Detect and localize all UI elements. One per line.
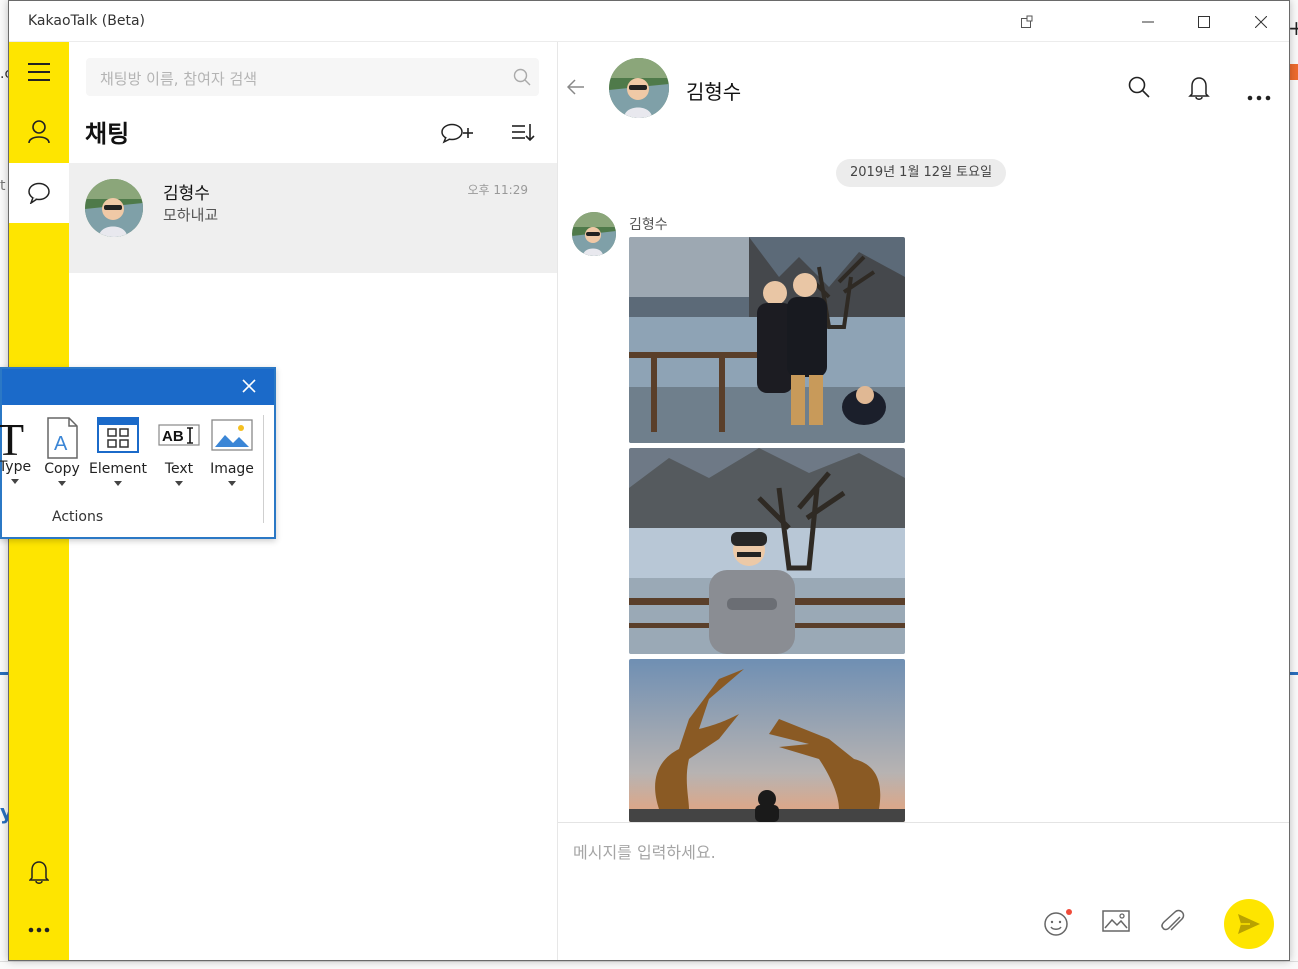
close-window-button[interactable] [1233,1,1289,42]
more-dots-icon [28,927,50,933]
search-chat-button[interactable] [1128,76,1150,102]
notifications-tab[interactable] [9,842,69,902]
minimize-icon [1142,21,1154,22]
background-window-right-edge: + [1288,0,1298,969]
maximize-icon [1198,15,1210,28]
background-window-bottom-edge [0,961,1298,969]
bell-icon [1188,77,1210,100]
minimize-button[interactable] [1120,1,1176,42]
text-tool-label: Text [164,461,194,477]
message-composer: 메시지를 입력하세요. [558,822,1289,960]
title-bar: KakaoTalk (Beta) [9,1,1289,42]
image-icon [1102,910,1130,932]
new-chat-button[interactable] [441,122,475,148]
svg-text:T: T [0,417,24,459]
pin-button[interactable] [999,1,1055,42]
chevron-down-icon [11,479,19,484]
send-arrow-icon [1238,914,1260,934]
image-icon [211,419,253,451]
search-icon [513,68,531,86]
new-chat-icon [441,123,473,144]
type-icon: T [0,414,24,465]
paperclip-icon [1161,909,1185,931]
text-tool-button[interactable]: AB Text [156,417,202,486]
copy-tool-label: Copy [44,461,80,477]
search-placeholder: 채팅방 이름, 참여자 검색 [100,70,258,88]
chat-name: 김형수 [163,184,210,204]
emoticon-button[interactable] [1043,909,1073,941]
chat-menu-button[interactable] [1247,86,1271,105]
hamburger-menu-icon [28,63,50,81]
sort-icon [512,124,535,142]
chat-time: 오후 11:29 [467,183,528,197]
message-sender-name: 김형수 [629,217,668,233]
pin-window-icon [1021,15,1033,28]
search-icon [1128,76,1150,98]
message-input[interactable]: 메시지를 입력하세요. [573,839,716,863]
chat-list-title: 채팅 [85,120,130,148]
send-photo-button[interactable] [1102,909,1130,937]
chevron-down-icon [175,481,183,486]
element-tool-button[interactable]: Element [88,417,148,486]
back-arrow-icon [566,79,584,95]
more-dots-icon [1247,95,1271,101]
date-divider: 2019년 1월 12일 토요일 [836,159,1007,187]
image-tool-label: Image [210,461,254,477]
emoticon-icon [1044,909,1072,936]
svg-text:AB: AB [162,428,184,445]
avatar[interactable] [572,212,616,256]
more-options-tab[interactable] [9,900,69,960]
chevron-down-icon [228,481,236,486]
menu-button[interactable] [9,42,69,102]
bell-icon [29,861,49,884]
conversation-title: 김형수 [686,80,742,104]
attach-file-button[interactable] [1160,909,1188,939]
speech-bubble-icon [28,182,50,204]
svg-text:A: A [54,433,68,455]
photo-message[interactable] [629,659,905,822]
send-button[interactable] [1224,899,1274,949]
chat-last-message: 모하내교 [163,206,219,224]
close-icon [1255,15,1267,28]
chats-tab[interactable] [9,163,69,223]
photo-message[interactable] [629,237,905,443]
close-popup-button[interactable] [242,378,256,397]
element-tool-label: Element [89,461,147,477]
chevron-down-icon [114,481,122,486]
window-title: KakaoTalk (Beta) [28,13,145,29]
type-tool-button[interactable]: T Type [0,414,34,484]
avatar[interactable] [609,58,669,118]
sort-button[interactable] [511,122,535,146]
element-icon [97,417,139,453]
person-icon [28,120,50,144]
text-icon: AB [158,424,200,446]
chevron-down-icon [58,481,66,486]
notification-dot [1066,909,1072,915]
actions-popup: T Type A Copy Element AB Text Image Acti… [0,367,276,539]
actions-group-label: Actions [52,509,104,525]
close-icon [242,379,256,393]
conversation-header: 김형수 [558,42,1289,132]
toolbar-separator [263,415,264,523]
avatar [85,179,143,237]
conversation-panel: 김형수 2019년 1월 12일 토요일 김형수 메시지를 입력하세요. [558,42,1289,960]
chat-search-input[interactable]: 채팅방 이름, 참여자 검색 [86,58,539,96]
image-tool-button[interactable]: Image [208,417,256,486]
copy-tool-button[interactable]: A Copy [42,417,82,486]
chat-notifications-button[interactable] [1188,76,1210,104]
back-button[interactable] [566,79,585,99]
maximize-button[interactable] [1176,1,1232,42]
friends-tab[interactable] [9,102,69,162]
photo-message[interactable] [629,448,905,654]
copy-icon: A [47,417,78,459]
chat-list-item[interactable]: 김형수 모하내교 오후 11:29 [69,163,557,273]
actions-popup-header [2,369,274,405]
type-tool-label: Type [0,459,32,475]
